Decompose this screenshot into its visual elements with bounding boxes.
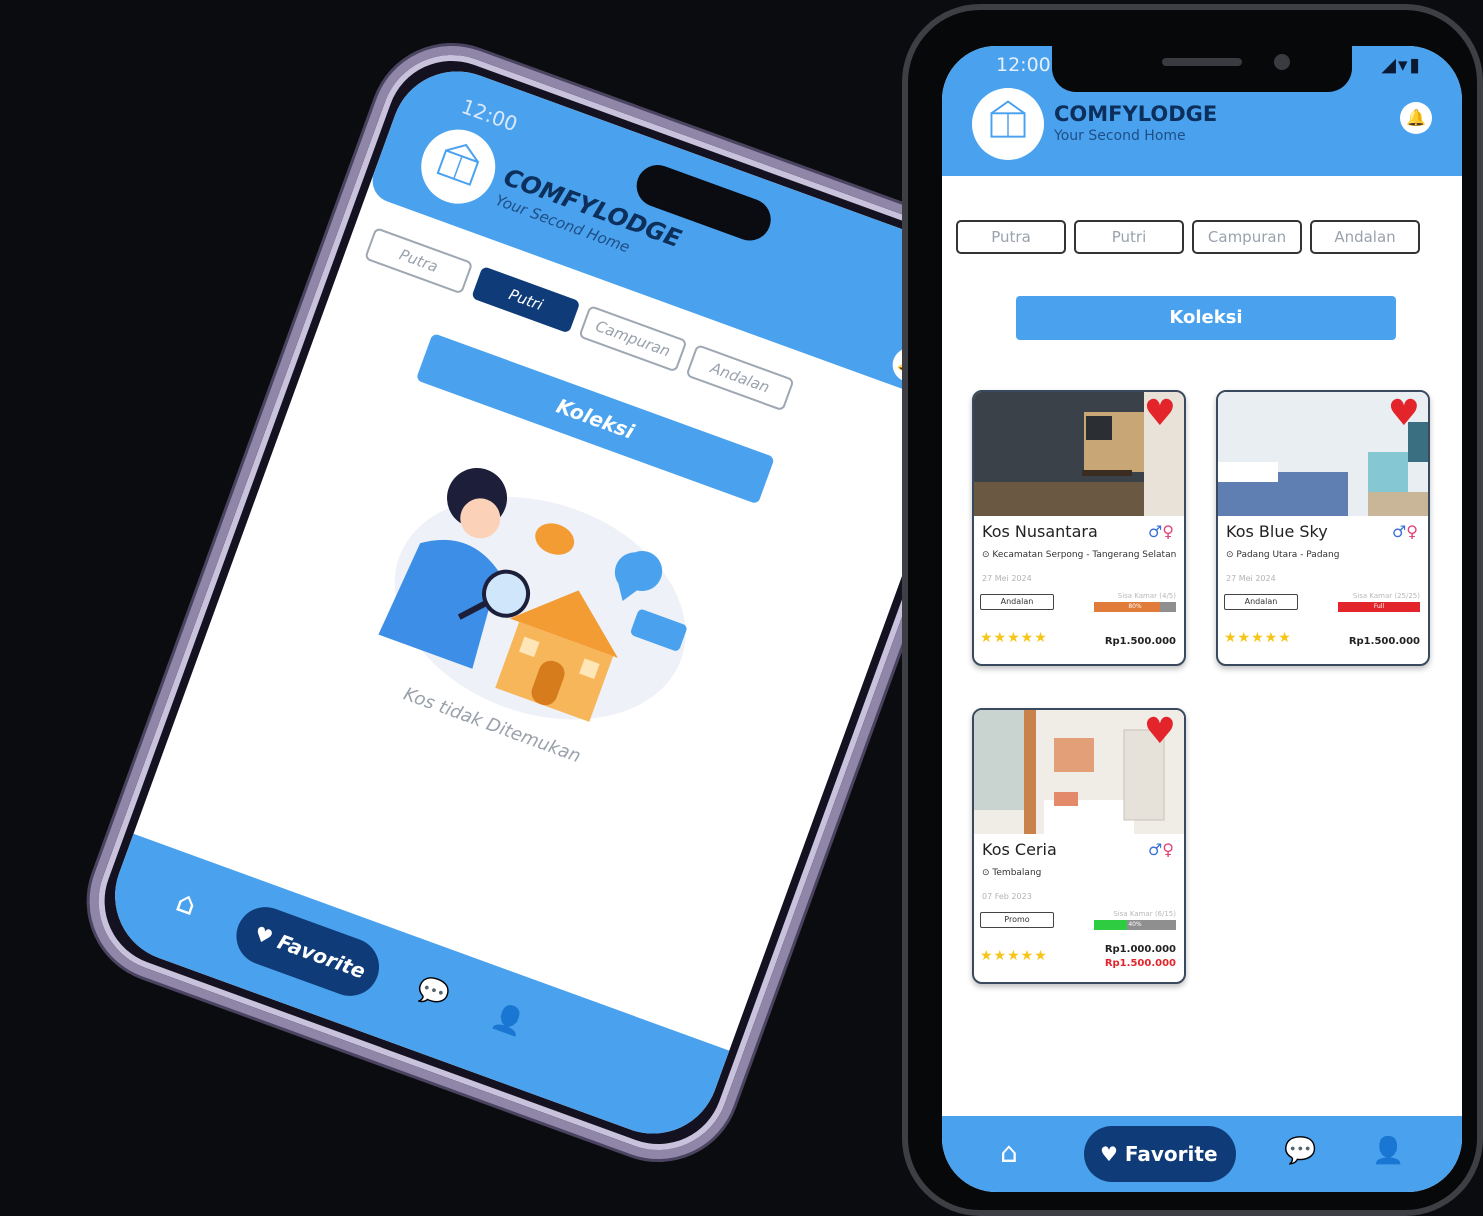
phone-right-screen: 12:00 ◢▾▮ COMFYLODGE Your Second Home 🔔 … xyxy=(942,46,1462,1192)
phone-left: 12:00 ◢▾▮ COMFYLODGE Your Second Home 🔔 … xyxy=(67,23,1043,1182)
tab-andalan[interactable]: Andalan xyxy=(685,343,795,412)
tab-putra-2[interactable]: Putra xyxy=(956,220,1066,254)
favorite-nav-button[interactable]: ♥ Favorite xyxy=(1084,1126,1236,1182)
chat-icon[interactable]: 💬 xyxy=(1284,1136,1316,1166)
phone-left-screen: 12:00 ◢▾▮ COMFYLODGE Your Second Home 🔔 … xyxy=(96,52,1014,1153)
room-availability-label: Sisa Kamar (4/5) xyxy=(1117,592,1176,600)
category-tabs-2: Putra Putri Campuran Andalan xyxy=(956,220,1420,254)
listing-badge: Promo xyxy=(980,912,1054,928)
listing-old-price: Rp1.500.000 xyxy=(1104,958,1176,969)
listing-price: Rp1.500.000 xyxy=(1348,636,1420,647)
notch xyxy=(1052,46,1352,92)
pin-icon: ⊙ xyxy=(982,868,990,878)
collection-button-2[interactable]: Koleksi xyxy=(1016,296,1396,340)
brand-name-2: COMFYLODGE xyxy=(1054,102,1218,126)
favorite-heart-icon[interactable]: ♥ xyxy=(1388,396,1420,432)
listing-price: Rp1.000.000 xyxy=(1104,944,1176,955)
listing-location: ⊙ Padang Utara - Padang xyxy=(1226,550,1340,560)
status-icons-2: ◢▾▮ xyxy=(1381,54,1422,76)
listing-price: Rp1.500.000 xyxy=(1104,636,1176,647)
tab-putri[interactable]: Putri xyxy=(471,265,581,334)
gender-icon: ♂♀ xyxy=(1147,840,1174,859)
bottom-nav-2: ⌂ ♥ Favorite 💬 👤 xyxy=(942,1116,1462,1192)
gender-icon: ♂♀ xyxy=(1391,522,1418,541)
bell-icon-2[interactable]: 🔔 xyxy=(1400,102,1432,134)
empty-state-illustration xyxy=(378,468,687,722)
listing-title: Kos Ceria xyxy=(982,840,1057,859)
room-availability-label: Sisa Kamar (25/25) xyxy=(1352,592,1420,600)
room-availability-label: Sisa Kamar (6/15) xyxy=(1113,910,1176,918)
brand-tagline-2: Your Second Home xyxy=(1054,128,1186,144)
listing-date: 27 Mei 2024 xyxy=(982,574,1032,583)
listing-date: 27 Mei 2024 xyxy=(1226,574,1276,583)
listing-date: 07 Feb 2023 xyxy=(982,892,1032,901)
favorite-label: Favorite xyxy=(1124,1142,1218,1166)
tab-putri-2[interactable]: Putri xyxy=(1074,220,1184,254)
user-icon[interactable]: 👤 xyxy=(1372,1136,1404,1166)
heart-icon: ♥ xyxy=(1100,1142,1118,1166)
gender-icon: ♂♀ xyxy=(1147,522,1174,541)
listing-card[interactable]: ♥ Kos Nusantara ♂♀ ⊙ Kecamatan Serpong -… xyxy=(972,390,1186,666)
listing-card[interactable]: ♥ Kos Ceria ♂♀ ⊙ Tembalang 07 Feb 2023 P… xyxy=(972,708,1186,984)
room-availability-bar: 40% xyxy=(1094,920,1176,930)
listing-card[interactable]: ♥ Kos Blue Sky ♂♀ ⊙ Padang Utara - Padan… xyxy=(1216,390,1430,666)
listing-title: Kos Nusantara xyxy=(982,522,1098,541)
speaker-grill xyxy=(1162,58,1242,66)
home-icon[interactable]: ⌂ xyxy=(171,884,201,923)
room-availability-text: Full xyxy=(1373,603,1385,610)
user-icon[interactable]: 👤 xyxy=(488,1001,529,1040)
logo-icon-2 xyxy=(972,88,1044,160)
status-time-2: 12:00 xyxy=(996,54,1051,76)
listing-title: Kos Blue Sky xyxy=(1226,522,1328,541)
phone-right: 12:00 ◢▾▮ COMFYLODGE Your Second Home 🔔 … xyxy=(902,4,1483,1216)
room-availability-bar: Full xyxy=(1338,602,1420,612)
chat-icon[interactable]: 💬 xyxy=(413,973,454,1012)
room-availability-text: 40% xyxy=(1128,921,1142,928)
tab-campuran[interactable]: Campuran xyxy=(578,304,688,373)
listing-location: ⊙ Kecamatan Serpong - Tangerang Selatan xyxy=(982,550,1177,560)
tab-andalan-2[interactable]: Andalan xyxy=(1310,220,1420,254)
favorite-heart-icon[interactable]: ♥ xyxy=(1144,714,1176,750)
listing-badge: Andalan xyxy=(1224,594,1298,610)
tab-putra[interactable]: Putra xyxy=(363,226,474,295)
pin-icon: ⊙ xyxy=(982,550,990,560)
listing-location: ⊙ Tembalang xyxy=(982,868,1042,878)
bottom-nav: ⌂ ♥ Favorite 💬 👤 xyxy=(96,833,730,1153)
listing-badge: Andalan xyxy=(980,594,1054,610)
app-header-2: 12:00 ◢▾▮ COMFYLODGE Your Second Home 🔔 xyxy=(942,46,1462,176)
rating-stars: ★★★★★ xyxy=(980,948,1048,964)
heart-icon: ♥ xyxy=(251,921,277,950)
tab-campuran-2[interactable]: Campuran xyxy=(1192,220,1302,254)
rating-stars: ★★★★★ xyxy=(1224,630,1292,646)
favorite-label: Favorite xyxy=(274,929,369,984)
camera-dot xyxy=(1274,54,1290,70)
room-availability-text: 80% xyxy=(1128,603,1142,610)
home-icon[interactable]: ⌂ xyxy=(1000,1136,1018,1169)
rating-stars: ★★★★★ xyxy=(980,630,1048,646)
favorite-nav-button[interactable]: ♥ Favorite xyxy=(228,898,388,1005)
room-availability-bar: 80% xyxy=(1094,602,1176,612)
logo-icon xyxy=(410,119,506,215)
favorite-heart-icon[interactable]: ♥ xyxy=(1144,396,1176,432)
pin-icon: ⊙ xyxy=(1226,550,1234,560)
